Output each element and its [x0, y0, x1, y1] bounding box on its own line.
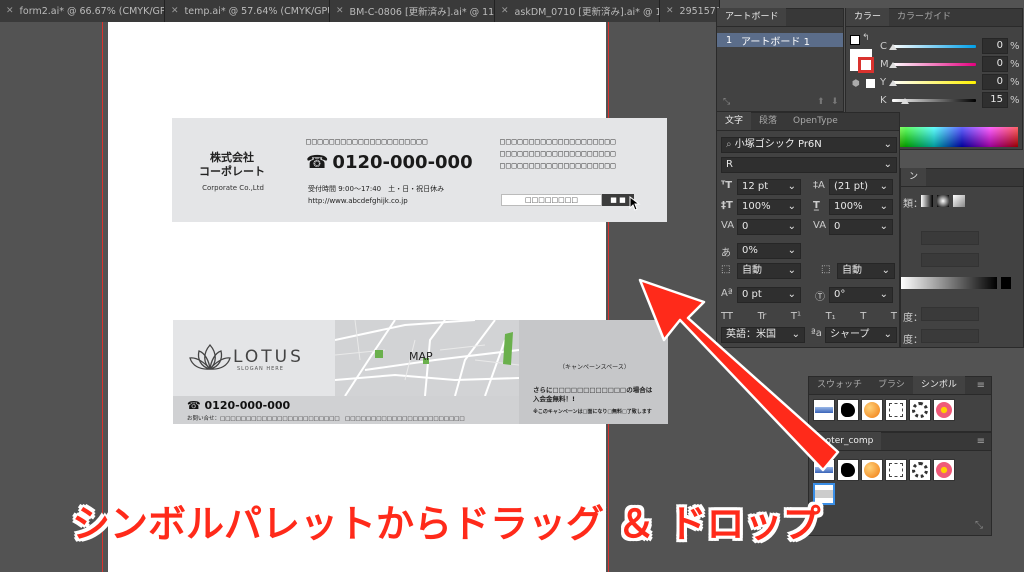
- annotation-caption: シンボルパレットからドラッグ ＆ ドロップ: [72, 502, 821, 546]
- illustrator-window: ✕form2.ai* @ 66.67% (CMYK/GPU ... ✕temp.…: [0, 0, 1024, 572]
- annotation-arrow: [638, 278, 840, 472]
